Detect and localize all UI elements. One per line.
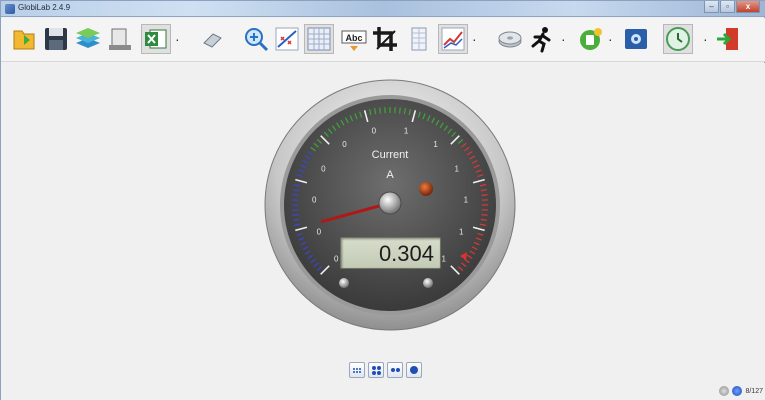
current-gauge: 0 0 0 0 0 0 1 1 1 1 1 1 Current A 0.304 [264,79,516,331]
sensor-button[interactable] [576,24,606,54]
layout-1-button[interactable] [406,362,422,378]
main-content: 0 0 0 0 0 0 1 1 1 1 1 1 Current A 0.304 8/127 [1,63,765,400]
grid-button[interactable] [304,24,334,54]
exit-icon [717,28,738,50]
gauge-title: Current [371,149,409,161]
zoom-button[interactable] [241,24,271,54]
layers-button[interactable] [73,24,103,54]
graph-dropdown[interactable] [472,37,476,41]
minimize-button[interactable]: – [704,1,719,13]
scale-label: 1 [404,127,409,136]
indicator-lamp [419,182,433,196]
gauge-unit: A [386,169,394,181]
minor-tick [379,107,381,114]
lcd-display: 0.304 [340,237,441,269]
minor-tick [481,214,488,216]
excel-button[interactable] [141,24,171,54]
scale-label: 0 [334,255,339,264]
layers-icon [76,28,100,48]
abc-label: Abc [345,33,362,43]
run-icon [531,27,551,53]
scale-label: 1 [433,140,438,149]
clipboard-icon [109,28,131,50]
lcd-value: 0.304 [378,241,434,266]
close-button[interactable]: x [736,1,760,13]
layout-selector [349,362,425,378]
scale-label: 0 [372,127,377,136]
eraser-button[interactable] [198,24,228,54]
save-icon [45,28,67,50]
table-button[interactable] [404,24,434,54]
minor-tick [292,194,299,196]
scale-label: 0 [312,196,317,205]
settings-panel-icon [625,29,647,49]
crop-button[interactable] [370,24,400,54]
graph-icon [441,27,465,51]
minor-tick [399,107,401,114]
app-window: GlobiLab 2.4.9 – ▫ x · Abc · · · · 0 0 0… [0,0,765,400]
excel-icon [145,29,167,49]
sample-count: 8/127 [745,387,763,395]
left-adjust-knob[interactable] [339,278,349,288]
toolbar: Abc [1,18,765,62]
scale-label: 1 [464,196,469,205]
layout-4-button[interactable] [368,362,384,378]
crop-icon [373,27,397,51]
status-area: 8/127 [716,385,763,397]
disk-button[interactable] [495,24,525,54]
table-icon [411,27,427,51]
excel-dropdown[interactable] [175,37,179,41]
bluetooth-icon [732,386,743,396]
curve-fit-icon [275,27,299,51]
annotate-button[interactable]: Abc [339,24,369,54]
right-adjust-knob[interactable] [423,278,433,288]
window-controls: – ▫ x [703,1,760,15]
maximize-button[interactable]: ▫ [720,1,735,13]
scale-label: 0 [342,140,347,149]
scale-label: 1 [459,228,464,237]
sensor-dropdown[interactable] [608,37,612,41]
scale-label: 1 [442,255,447,264]
minor-tick [481,194,488,196]
settings-panel-button[interactable] [621,24,651,54]
eraser-icon [203,33,222,48]
scale-label: 0 [317,228,322,237]
curve-fit-button[interactable] [272,24,302,54]
window-title: GlobiLab 2.4.9 [18,3,71,12]
clipboard-button[interactable] [105,24,135,54]
open-icon [13,30,35,50]
save-button[interactable] [41,24,71,54]
clock-button[interactable] [663,24,693,54]
app-icon [5,4,15,14]
minor-tick [292,214,299,216]
title-bar: GlobiLab 2.4.9 – ▫ x [1,1,765,17]
exit-button[interactable] [713,24,743,54]
gauge-face: 0 0 0 0 0 0 1 1 1 1 1 1 [264,79,516,331]
needle-hub [378,191,402,215]
run-dropdown[interactable] [561,37,565,41]
layout-9-button[interactable] [349,362,365,378]
sensor-icon [580,28,602,50]
zoom-icon [245,28,269,52]
open-button[interactable] [9,24,39,54]
disk-icon [498,31,522,48]
layout-2-button[interactable] [387,362,403,378]
connection-icon [719,386,730,396]
scale-label: 1 [454,165,459,174]
graph-button[interactable] [438,24,468,54]
annotate-abc-icon: Abc [341,30,367,51]
scale-label: 0 [321,165,326,174]
run-button[interactable] [527,24,557,54]
clock-icon [666,27,690,51]
clock-dropdown[interactable] [703,37,707,41]
grid-icon [307,27,331,51]
